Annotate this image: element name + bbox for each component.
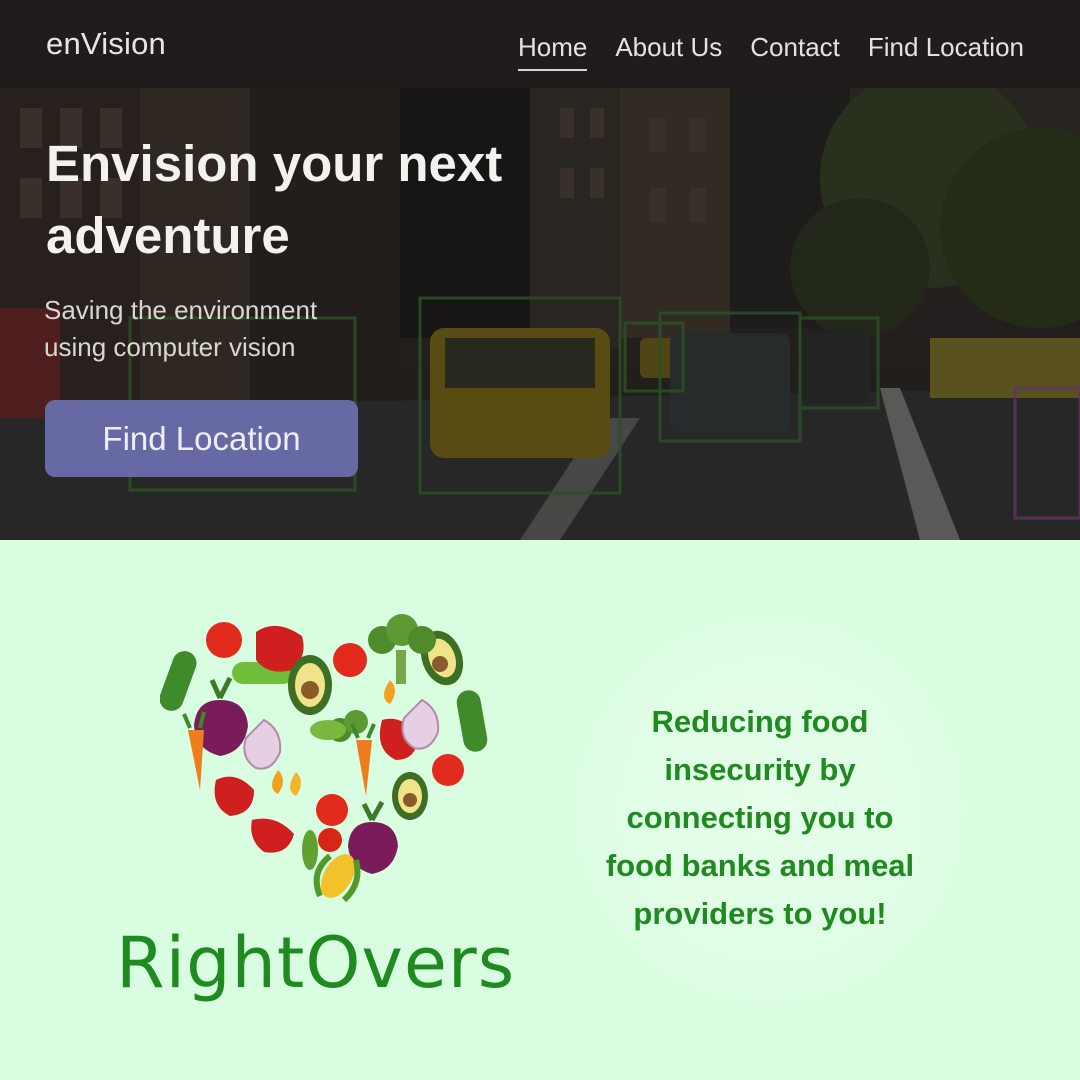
nav-about-us-link[interactable]: About Us	[615, 32, 722, 71]
vegetable-heart-logo	[160, 614, 488, 903]
nav-contact-link[interactable]: Contact	[750, 32, 840, 71]
nav-home-link[interactable]: Home	[517, 32, 588, 71]
hero-subtitle: Saving the environment using computer vi…	[44, 295, 318, 362]
hero-title: Envision your next adventure	[46, 135, 503, 264]
rightovers-tagline: Reducing food insecurity by connecting y…	[605, 704, 915, 931]
envision-website-screenshot: enVision Home About Us Contact Find Loca…	[0, 0, 1080, 540]
nav-find-location-link[interactable]: Find Location	[868, 32, 1024, 71]
brand-logo[interactable]: enVision	[46, 26, 166, 62]
rightovers-logo-text: RightOvers	[116, 922, 516, 1004]
navbar: enVision Home About Us Contact Find Loca…	[0, 0, 1080, 88]
rightovers-promo: RightOvers Reducing food insecurity by c…	[0, 540, 1080, 1080]
find-location-button[interactable]: Find Location	[45, 400, 358, 477]
avocado-icon	[288, 630, 464, 820]
nav-links: Home About Us Contact Find Location	[517, 32, 1024, 71]
